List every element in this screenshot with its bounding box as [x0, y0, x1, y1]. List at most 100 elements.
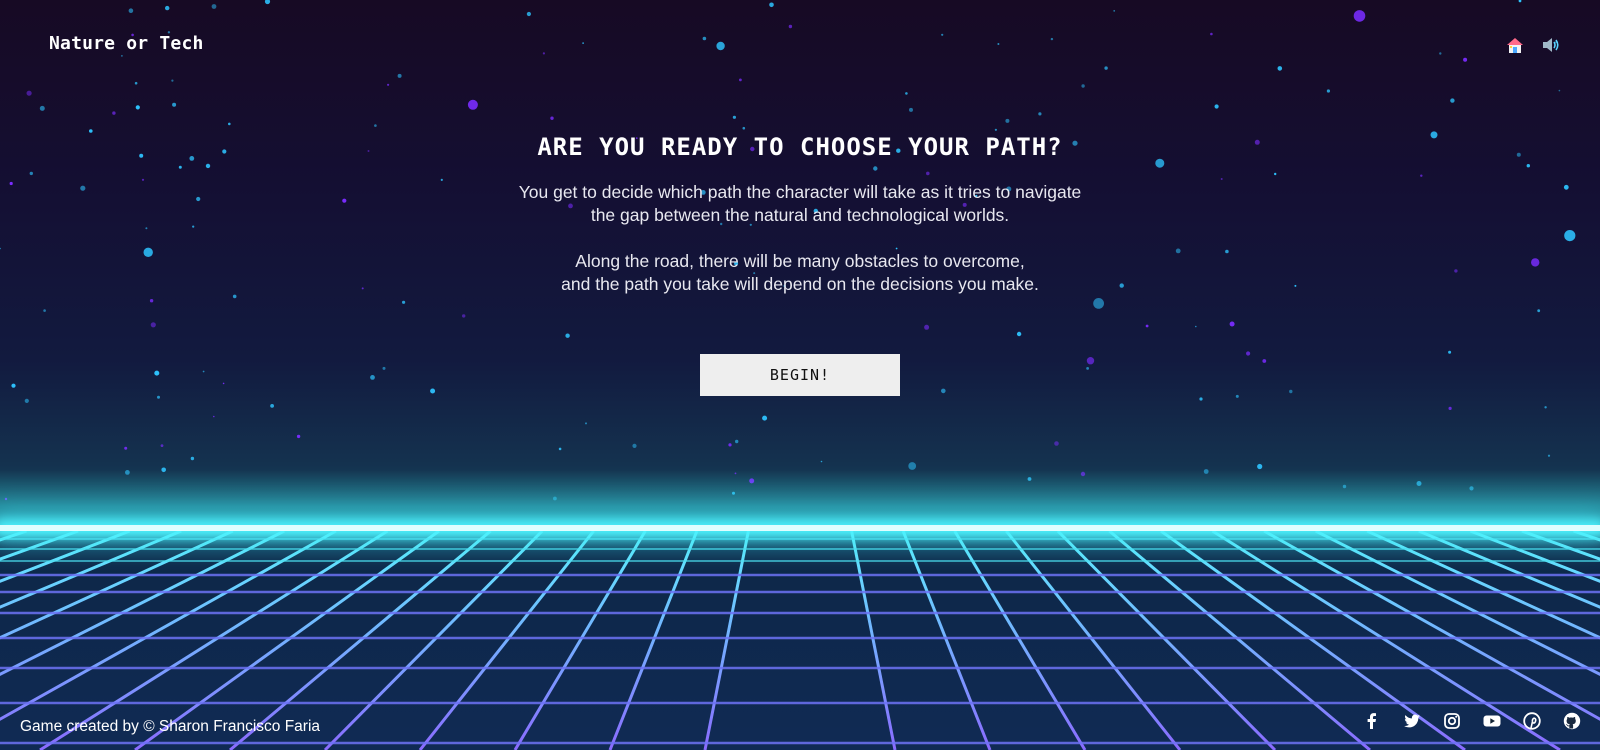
sound-icon[interactable]: [1540, 34, 1562, 56]
star-particle: [1326, 89, 1330, 93]
star-particle: [909, 107, 913, 112]
star-particle: [135, 105, 140, 110]
intro-paragraph-2-line-1: Along the road, there will be many obsta…: [575, 251, 1025, 271]
star-particle: [542, 52, 546, 55]
star-particle: [228, 122, 231, 126]
star-particle: [820, 460, 823, 463]
grid-line-vertical: [323, 531, 544, 750]
star-particle: [150, 322, 156, 328]
star-particle: [1093, 298, 1104, 309]
star-particle: [1547, 454, 1551, 457]
star-particle: [1145, 324, 1149, 328]
star-particle: [582, 42, 584, 44]
footer-credit: Game created by © Sharon Francisco Faria: [20, 718, 321, 735]
page-heading: ARE YOU READY TO CHOOSE YOUR PATH?: [537, 133, 1063, 161]
star-particle: [26, 90, 32, 96]
star-particle: [1353, 10, 1366, 22]
star-particle: [1448, 406, 1452, 410]
star-particle: [154, 370, 160, 376]
star-particle: [134, 81, 138, 85]
grid-line-vertical: [608, 531, 699, 750]
star-particle: [1038, 112, 1042, 116]
star-particle: [1289, 389, 1293, 394]
star-particle: [1558, 89, 1561, 92]
star-particle: [941, 33, 944, 36]
star-particle: [43, 309, 46, 312]
pinterest-icon[interactable]: [1522, 711, 1542, 731]
star-particle: [1210, 32, 1213, 36]
star-particle: [157, 395, 160, 399]
star-particle: [1104, 66, 1108, 70]
star-particle: [994, 128, 998, 131]
home-icon[interactable]: [1504, 34, 1526, 56]
star-particle: [202, 370, 205, 373]
intro-paragraph-1: You get to decide which path the charact…: [480, 181, 1120, 227]
youtube-icon[interactable]: [1482, 711, 1502, 731]
star-particle: [1086, 367, 1089, 370]
grid-line-vertical: [703, 531, 750, 750]
star-particle: [924, 324, 930, 330]
star-particle: [1537, 309, 1541, 313]
facebook-icon[interactable]: [1362, 711, 1382, 731]
star-particle: [1050, 37, 1054, 41]
star-particle: [430, 388, 436, 394]
star-particle: [1081, 84, 1085, 88]
star-particle: [1113, 10, 1116, 12]
star-particle: [1262, 359, 1267, 363]
star-particle: [11, 383, 16, 388]
star-particle: [1005, 118, 1010, 123]
intro-paragraph-1-line-1: You get to decide which path the charact…: [518, 182, 1082, 202]
grid-line-vertical: [850, 531, 897, 750]
social-links: [1362, 711, 1582, 731]
star-particle: [941, 388, 946, 394]
grid-line-vertical: [953, 531, 1087, 750]
star-particle: [160, 444, 164, 447]
star-particle: [124, 446, 128, 450]
star-particle: [558, 447, 562, 451]
star-particle: [397, 73, 402, 78]
star-particle: [149, 299, 154, 303]
star-particle: [190, 456, 195, 461]
star-particle: [997, 43, 1000, 45]
grid-line-vertical: [418, 531, 595, 750]
star-particle: [762, 415, 768, 421]
instagram-icon[interactable]: [1442, 711, 1462, 731]
star-particle: [735, 439, 739, 444]
star-particle: [222, 382, 225, 385]
star-particle: [550, 116, 554, 120]
star-particle: [565, 333, 570, 338]
star-particle: [1016, 331, 1022, 337]
star-particle: [1199, 397, 1203, 401]
begin-button[interactable]: BEGIN!: [700, 354, 900, 396]
star-particle: [1277, 66, 1283, 71]
github-icon[interactable]: [1562, 711, 1582, 731]
star-particle: [39, 105, 45, 111]
star-particle: [1054, 441, 1059, 446]
star-particle: [128, 8, 134, 13]
star-particle: [1544, 406, 1547, 409]
star-particle: [211, 4, 217, 9]
star-particle: [585, 422, 587, 425]
star-particle: [270, 404, 274, 408]
star-particle: [702, 36, 707, 41]
star-particle: [172, 102, 177, 107]
star-particle: [264, 0, 271, 5]
star-particle: [1235, 394, 1239, 398]
intro-paragraph-1-line-2: the gap between the natural and technolo…: [590, 205, 1010, 225]
star-particle: [1518, 0, 1522, 3]
star-particle: [370, 375, 375, 380]
grid-line-vertical: [1056, 531, 1277, 750]
star-particle: [1463, 57, 1468, 62]
game-title: Nature or Tech: [49, 33, 204, 54]
star-particle: [402, 300, 406, 304]
star-particle: [467, 99, 478, 110]
twitter-icon[interactable]: [1402, 711, 1422, 731]
star-particle: [171, 79, 174, 82]
star-particle: [732, 115, 737, 119]
grid-line-vertical: [901, 531, 992, 750]
star-particle: [716, 41, 725, 51]
star-particle: [1086, 357, 1095, 365]
star-particle: [387, 83, 390, 86]
star-particle: [632, 443, 637, 448]
grid-line-vertical: [1108, 531, 1371, 750]
